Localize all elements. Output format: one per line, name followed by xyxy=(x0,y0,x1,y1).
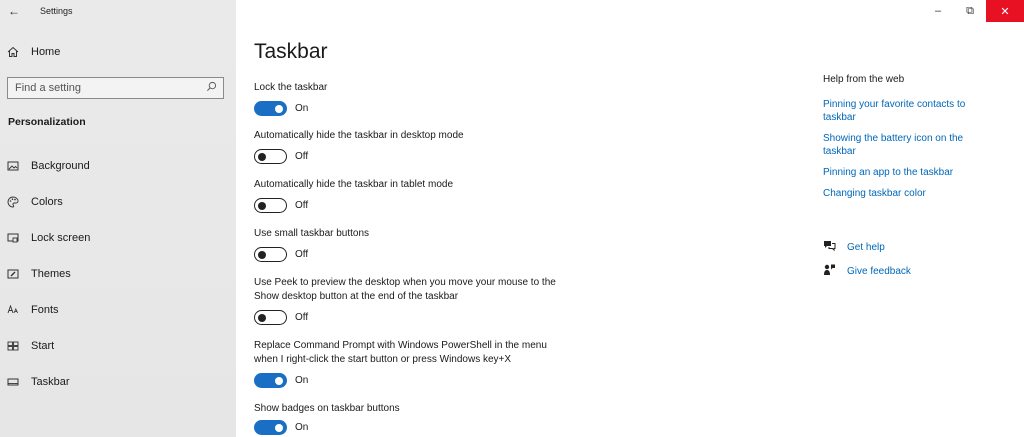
setting-label-line1: Use Peek to preview the desktop when you… xyxy=(254,277,556,288)
toggle-state: Off xyxy=(295,312,309,323)
sidebar-item-home[interactable]: Home xyxy=(0,42,236,62)
sidebar-item-taskbar[interactable]: Taskbar xyxy=(0,370,236,394)
sidebar: ← Settings Home Personalization Backgrou… xyxy=(0,0,236,437)
lock-taskbar-toggle[interactable] xyxy=(254,101,287,116)
setting-autohide-desktop: Automatically hide the taskbar in deskto… xyxy=(254,129,614,164)
toggle-knob xyxy=(258,250,266,259)
sidebar-item-themes[interactable]: Themes xyxy=(0,262,236,286)
page-title: Taskbar xyxy=(254,40,328,63)
toggle-knob xyxy=(258,152,266,161)
autohide-desktop-toggle[interactable] xyxy=(254,149,287,164)
sidebar-item-label: Colors xyxy=(31,196,63,208)
app-title: Settings xyxy=(40,6,73,16)
sidebar-item-label: Home xyxy=(31,46,61,58)
toggle-state: On xyxy=(295,375,309,386)
section-title: Personalization xyxy=(8,116,86,128)
help-link-line1: Changing taskbar color xyxy=(823,188,926,199)
setting-label: Use small taskbar buttons xyxy=(254,228,370,239)
setting-label-line2: Show desktop button at the end of the ta… xyxy=(254,291,459,302)
help-link-pin-app[interactable]: Pinning an app to the taskbar xyxy=(823,166,993,179)
setting-label: Automatically hide the taskbar in tablet… xyxy=(254,179,453,190)
get-help-icon xyxy=(823,239,836,255)
sidebar-item-background[interactable]: Background xyxy=(0,154,236,178)
colors-icon xyxy=(0,196,30,208)
setting-label: Automatically hide the taskbar in deskto… xyxy=(254,130,464,141)
toggle-knob xyxy=(275,423,283,432)
sidebar-item-lock-screen[interactable]: Lock screen xyxy=(0,226,236,250)
lock-screen-icon xyxy=(0,232,30,244)
toggle-state: On xyxy=(295,103,309,114)
help-link-pin-contacts[interactable]: Pinning your favorite contacts to taskba… xyxy=(823,98,993,124)
setting-label-line2: when I right-click the start button or p… xyxy=(254,354,512,365)
setting-lock-taskbar: Lock the taskbar On xyxy=(254,81,614,116)
setting-powershell: Replace Command Prompt with Windows Powe… xyxy=(254,339,614,388)
taskbar-icon xyxy=(0,376,30,388)
help-link-line2: taskbar xyxy=(823,146,856,157)
search-input[interactable] xyxy=(15,82,195,94)
toggle-state: Off xyxy=(295,151,309,162)
toggle-knob xyxy=(275,104,283,113)
setting-small-buttons: Use small taskbar buttons Off xyxy=(254,227,614,262)
badges-toggle[interactable] xyxy=(254,420,287,435)
sidebar-item-colors[interactable]: Colors xyxy=(0,190,236,214)
help-link-line1: Pinning your favorite contacts to xyxy=(823,99,966,110)
sidebar-item-label: Start xyxy=(31,340,55,352)
sidebar-item-start[interactable]: Start xyxy=(0,334,236,358)
get-help-link[interactable]: Get help xyxy=(823,239,885,255)
main-content: – ⧉ ✕ Taskbar Lock the taskbar On Automa… xyxy=(236,0,1024,437)
toggle-state: On xyxy=(295,422,309,433)
toggle-state: Off xyxy=(295,200,309,211)
sidebar-item-label: Background xyxy=(31,160,90,172)
autohide-tablet-toggle[interactable] xyxy=(254,198,287,213)
minimize-button[interactable]: – xyxy=(922,0,954,22)
setting-label: Show badges on taskbar buttons xyxy=(254,403,400,414)
sidebar-item-label: Taskbar xyxy=(31,376,70,388)
toggle-knob xyxy=(258,313,266,322)
give-feedback-label: Give feedback xyxy=(847,265,911,277)
search-icon[interactable] xyxy=(206,79,217,97)
close-button[interactable]: ✕ xyxy=(986,0,1024,22)
home-icon xyxy=(0,46,30,58)
small-buttons-toggle[interactable] xyxy=(254,247,287,262)
sidebar-item-fonts[interactable]: Fonts xyxy=(0,298,236,322)
toggle-knob xyxy=(258,201,266,210)
help-link-line1: Pinning an app to the taskbar xyxy=(823,167,954,178)
toggle-state: Off xyxy=(295,249,309,260)
feedback-icon xyxy=(823,263,836,279)
restore-button[interactable]: ⧉ xyxy=(954,0,986,22)
sidebar-item-label: Fonts xyxy=(31,304,59,316)
back-arrow-icon[interactable]: ← xyxy=(0,0,28,22)
start-icon xyxy=(0,340,30,352)
title-bar: ← Settings xyxy=(0,0,236,22)
give-feedback-link[interactable]: Give feedback xyxy=(823,263,911,279)
setting-label-line1: Replace Command Prompt with Windows Powe… xyxy=(254,340,547,351)
sidebar-item-label: Themes xyxy=(31,268,71,280)
peek-toggle[interactable] xyxy=(254,310,287,325)
setting-label: Lock the taskbar xyxy=(254,82,328,93)
fonts-icon xyxy=(0,304,30,316)
help-link-line1: Showing the battery icon on the xyxy=(823,133,964,144)
powershell-toggle[interactable] xyxy=(254,373,287,388)
setting-peek: Use Peek to preview the desktop when you… xyxy=(254,276,614,325)
help-link-taskbar-color[interactable]: Changing taskbar color xyxy=(823,187,993,200)
search-box[interactable] xyxy=(7,77,224,99)
sidebar-item-label: Lock screen xyxy=(31,232,91,244)
setting-badges: Show badges on taskbar buttons On xyxy=(254,402,614,435)
help-link-battery-icon[interactable]: Showing the battery icon on the taskbar xyxy=(823,132,993,158)
get-help-label: Get help xyxy=(847,241,885,253)
themes-icon xyxy=(0,268,30,280)
help-title: Help from the web xyxy=(823,74,905,85)
help-panel: Help from the web Pinning your favorite … xyxy=(823,74,993,208)
background-icon xyxy=(0,160,30,172)
help-link-line2: taskbar xyxy=(823,112,856,123)
window-controls: – ⧉ ✕ xyxy=(922,0,1024,22)
toggle-knob xyxy=(275,376,283,385)
setting-autohide-tablet: Automatically hide the taskbar in tablet… xyxy=(254,178,614,213)
